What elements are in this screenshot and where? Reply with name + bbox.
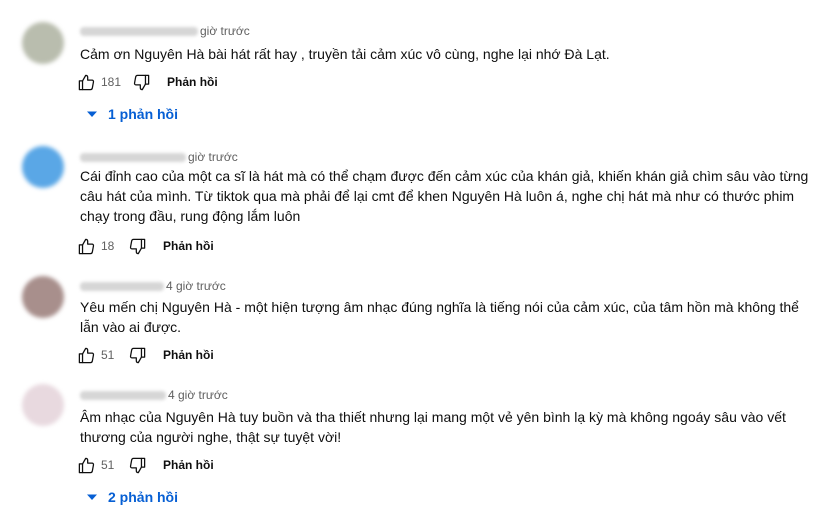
comment-timestamp[interactable]: 4 giờ trước — [168, 388, 228, 402]
view-replies-button[interactable]: 1 phản hồi — [86, 106, 178, 122]
dislike-button[interactable] — [125, 453, 149, 477]
like-icon — [78, 457, 94, 473]
dislike-button[interactable] — [129, 70, 153, 94]
reply-button[interactable]: Phản hồi — [163, 348, 214, 362]
like-icon — [78, 74, 94, 90]
author-name-blurred[interactable] — [80, 152, 186, 162]
comment-actions: 51 Phản hồi — [74, 343, 214, 367]
like-count: 181 — [101, 75, 122, 89]
reply-button[interactable]: Phản hồi — [163, 458, 214, 472]
comment-actions: 181 Phản hồi — [74, 70, 218, 94]
avatar[interactable] — [22, 22, 64, 64]
avatar[interactable] — [22, 276, 64, 318]
dislike-icon — [129, 347, 145, 363]
comment-text: Cái đỉnh cao của một ca sĩ là hát mà có … — [80, 168, 809, 224]
comment-timestamp[interactable]: 4 giờ trước — [166, 279, 226, 293]
comment-text: Yêu mến chị Nguyên Hà - một hiện tượng â… — [80, 299, 799, 335]
like-button[interactable] — [74, 453, 98, 477]
dislike-icon — [133, 74, 149, 90]
comment-timestamp[interactable]: giờ trước — [188, 150, 238, 164]
like-button[interactable] — [74, 234, 98, 258]
author-name-blurred[interactable] — [80, 26, 198, 36]
like-icon — [78, 238, 94, 254]
dislike-button[interactable] — [125, 343, 149, 367]
comment-text: Âm nhạc của Nguyên Hà tuy buồn và tha th… — [80, 409, 786, 445]
author-name-blurred[interactable] — [80, 281, 164, 291]
avatar[interactable] — [22, 384, 64, 426]
comment-header: 4 giờ trước — [80, 279, 226, 293]
like-count: 51 — [101, 348, 115, 362]
avatar[interactable] — [22, 146, 64, 188]
comment-header: giờ trước — [80, 150, 238, 164]
like-button[interactable] — [74, 343, 98, 367]
like-count: 18 — [101, 239, 115, 253]
chevron-down-icon — [87, 111, 97, 117]
comment-actions: 18 Phản hồi — [74, 234, 214, 258]
view-replies-button[interactable]: 2 phản hồi — [86, 489, 178, 505]
replies-count: 1 phản hồi — [108, 106, 178, 122]
comment-header: giờ trước — [80, 24, 250, 38]
dislike-icon — [129, 457, 145, 473]
author-name-blurred[interactable] — [80, 390, 166, 400]
like-icon — [78, 347, 94, 363]
like-button[interactable] — [74, 70, 98, 94]
chevron-down-icon — [87, 494, 97, 500]
like-count: 51 — [101, 458, 115, 472]
reply-button[interactable]: Phản hồi — [163, 239, 214, 253]
comment-header: 4 giờ trước — [80, 388, 228, 402]
reply-button[interactable]: Phản hồi — [167, 75, 218, 89]
replies-count: 2 phản hồi — [108, 489, 178, 505]
comment-actions: 51 Phản hồi — [74, 453, 214, 477]
dislike-button[interactable] — [125, 234, 149, 258]
comment-timestamp[interactable]: giờ trước — [200, 24, 250, 38]
dislike-icon — [129, 238, 145, 254]
comment-text: Cảm ơn Nguyên Hà bài hát rất hay , truyề… — [80, 46, 610, 62]
